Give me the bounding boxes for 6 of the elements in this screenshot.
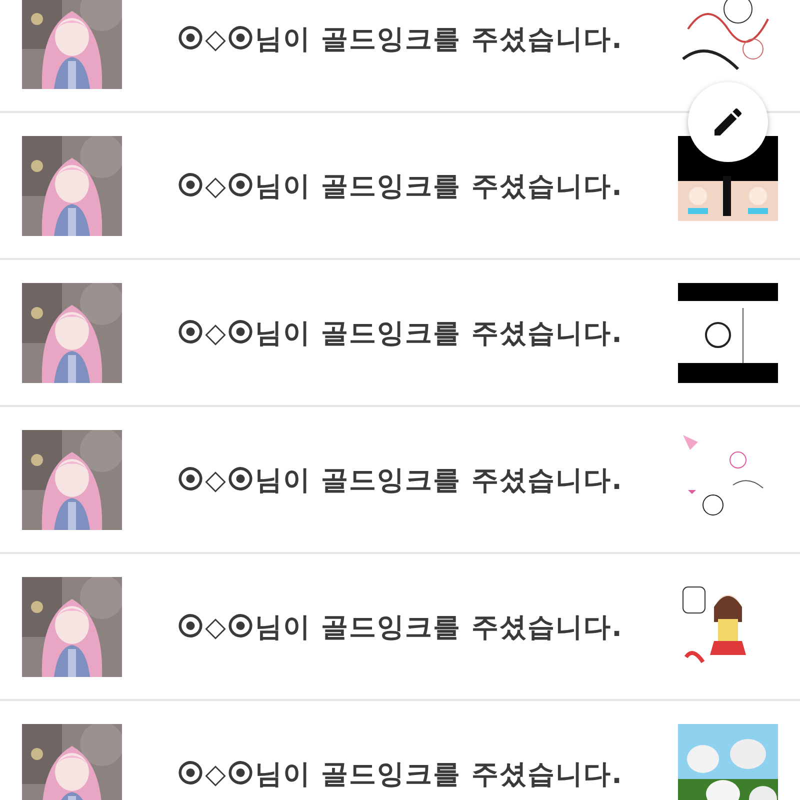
notification-message: ⦿◇⦿님이 골드잉크를 주셨습니다.: [176, 464, 624, 498]
notification-message: ⦿◇⦿님이 골드잉크를 주셨습니다.: [176, 170, 624, 204]
notification-message: ⦿◇⦿님이 골드잉크를 주셨습니다.: [176, 22, 624, 56]
notification-message: ⦿◇⦿님이 골드잉크를 주셨습니다.: [176, 758, 624, 792]
notification-message: ⦿◇⦿님이 골드잉크를 주셨습니다.: [176, 316, 624, 350]
notification-message: ⦿◇⦿님이 골드잉크를 주셨습니다.: [176, 610, 624, 644]
